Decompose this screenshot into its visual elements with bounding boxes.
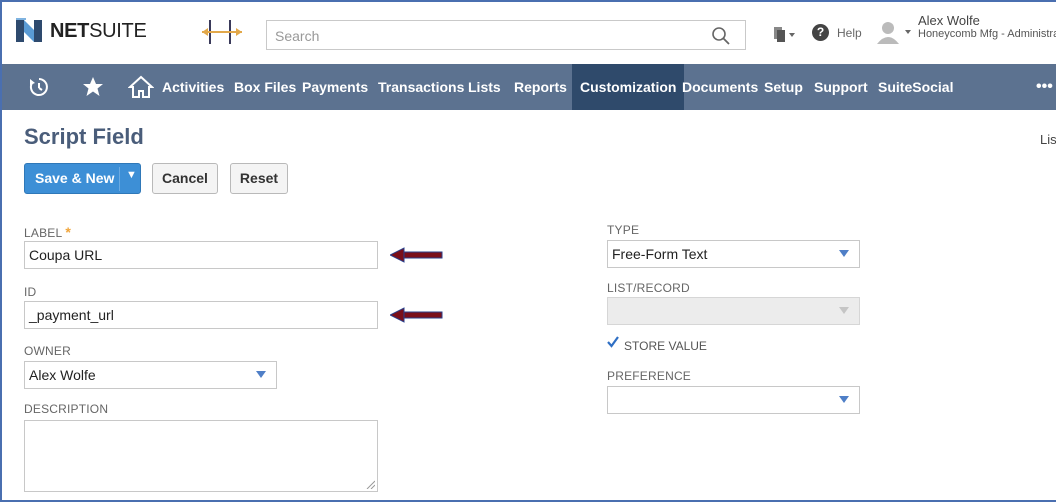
cancel-button[interactable]: Cancel [152, 163, 218, 194]
nav-lists[interactable]: Lists [468, 64, 501, 110]
nav-transactions[interactable]: Transactions [378, 64, 464, 110]
nav-customization[interactable]: Customization [572, 64, 685, 110]
label-field[interactable]: Coupa URL [24, 241, 378, 269]
list-link[interactable]: Lis [1040, 132, 1056, 147]
main-navigation: Activities Box Files Payments Transactio… [2, 64, 1056, 110]
nav-setup[interactable]: Setup [764, 64, 803, 110]
chevron-down-icon [256, 371, 266, 378]
search-icon[interactable] [711, 26, 731, 46]
id-field-caption: ID [24, 285, 37, 299]
nav-box-files[interactable]: Box Files [234, 64, 296, 110]
annotation-arrow-icon [390, 307, 443, 323]
help-link[interactable]: ? Help [812, 24, 862, 41]
nav-more-menu[interactable]: ••• [1036, 64, 1053, 110]
type-select[interactable]: Free-Form Text [607, 240, 860, 268]
nav-reports[interactable]: Reports [514, 64, 567, 110]
description-field-caption: DESCRIPTION [24, 402, 109, 416]
page-title: Script Field [24, 124, 144, 149]
help-icon: ? [812, 24, 829, 41]
favorites-star-icon[interactable] [80, 74, 106, 100]
description-textarea[interactable] [24, 420, 378, 492]
global-search-input[interactable]: Search [266, 20, 746, 50]
list-record-field-caption: LIST/RECORD [607, 281, 690, 295]
reset-button[interactable]: Reset [230, 163, 288, 194]
chevron-down-icon [839, 307, 849, 314]
button-divider [119, 167, 120, 191]
save-and-new-button[interactable]: Save & New ▼ [24, 163, 141, 194]
nav-documents[interactable]: Documents [682, 64, 758, 110]
netsuite-logo-icon [14, 16, 44, 46]
store-value-label: STORE VALUE [624, 339, 707, 353]
nav-payments[interactable]: Payments [302, 64, 368, 110]
resize-grip-icon[interactable] [365, 479, 375, 489]
owner-select[interactable]: Alex Wolfe [24, 361, 277, 389]
user-avatar-icon[interactable] [874, 20, 914, 46]
label-field-caption: LABEL * [24, 224, 72, 240]
company-brand-icon [202, 20, 242, 44]
recent-records-icon[interactable] [770, 24, 796, 46]
nav-support[interactable]: Support [814, 64, 868, 110]
logo-text: NETSUITE [50, 19, 147, 42]
search-placeholder: Search [275, 28, 320, 44]
list-record-select [607, 297, 860, 325]
nav-activities[interactable]: Activities [162, 64, 224, 110]
save-and-new-label: Save & New [35, 170, 115, 186]
type-field-caption: TYPE [607, 223, 640, 237]
chevron-down-icon [839, 250, 849, 257]
home-icon[interactable] [128, 74, 154, 100]
user-role[interactable]: Honeycomb Mfg - Administrator [918, 28, 1056, 40]
top-header: NETSUITE Search ? Help Alex Wolfe Honeyc… [2, 2, 1056, 60]
store-value-checkbox[interactable] [607, 336, 619, 348]
chevron-down-icon[interactable]: ▼ [126, 169, 137, 181]
recent-clock-icon[interactable] [26, 74, 52, 100]
id-field[interactable]: _payment_url [24, 301, 378, 329]
chevron-down-icon [839, 396, 849, 403]
user-name[interactable]: Alex Wolfe [918, 14, 980, 28]
type-select-value: Free-Form Text [612, 246, 708, 262]
netsuite-logo[interactable]: NETSUITE [14, 16, 147, 46]
preference-select[interactable] [607, 386, 860, 414]
preference-field-caption: PREFERENCE [607, 369, 692, 383]
nav-suitesocial[interactable]: SuiteSocial [878, 64, 953, 110]
owner-field-caption: OWNER [24, 344, 71, 358]
owner-select-value: Alex Wolfe [29, 367, 96, 383]
annotation-arrow-icon [390, 247, 443, 263]
help-label: Help [837, 25, 862, 40]
required-mark: * [65, 224, 72, 240]
